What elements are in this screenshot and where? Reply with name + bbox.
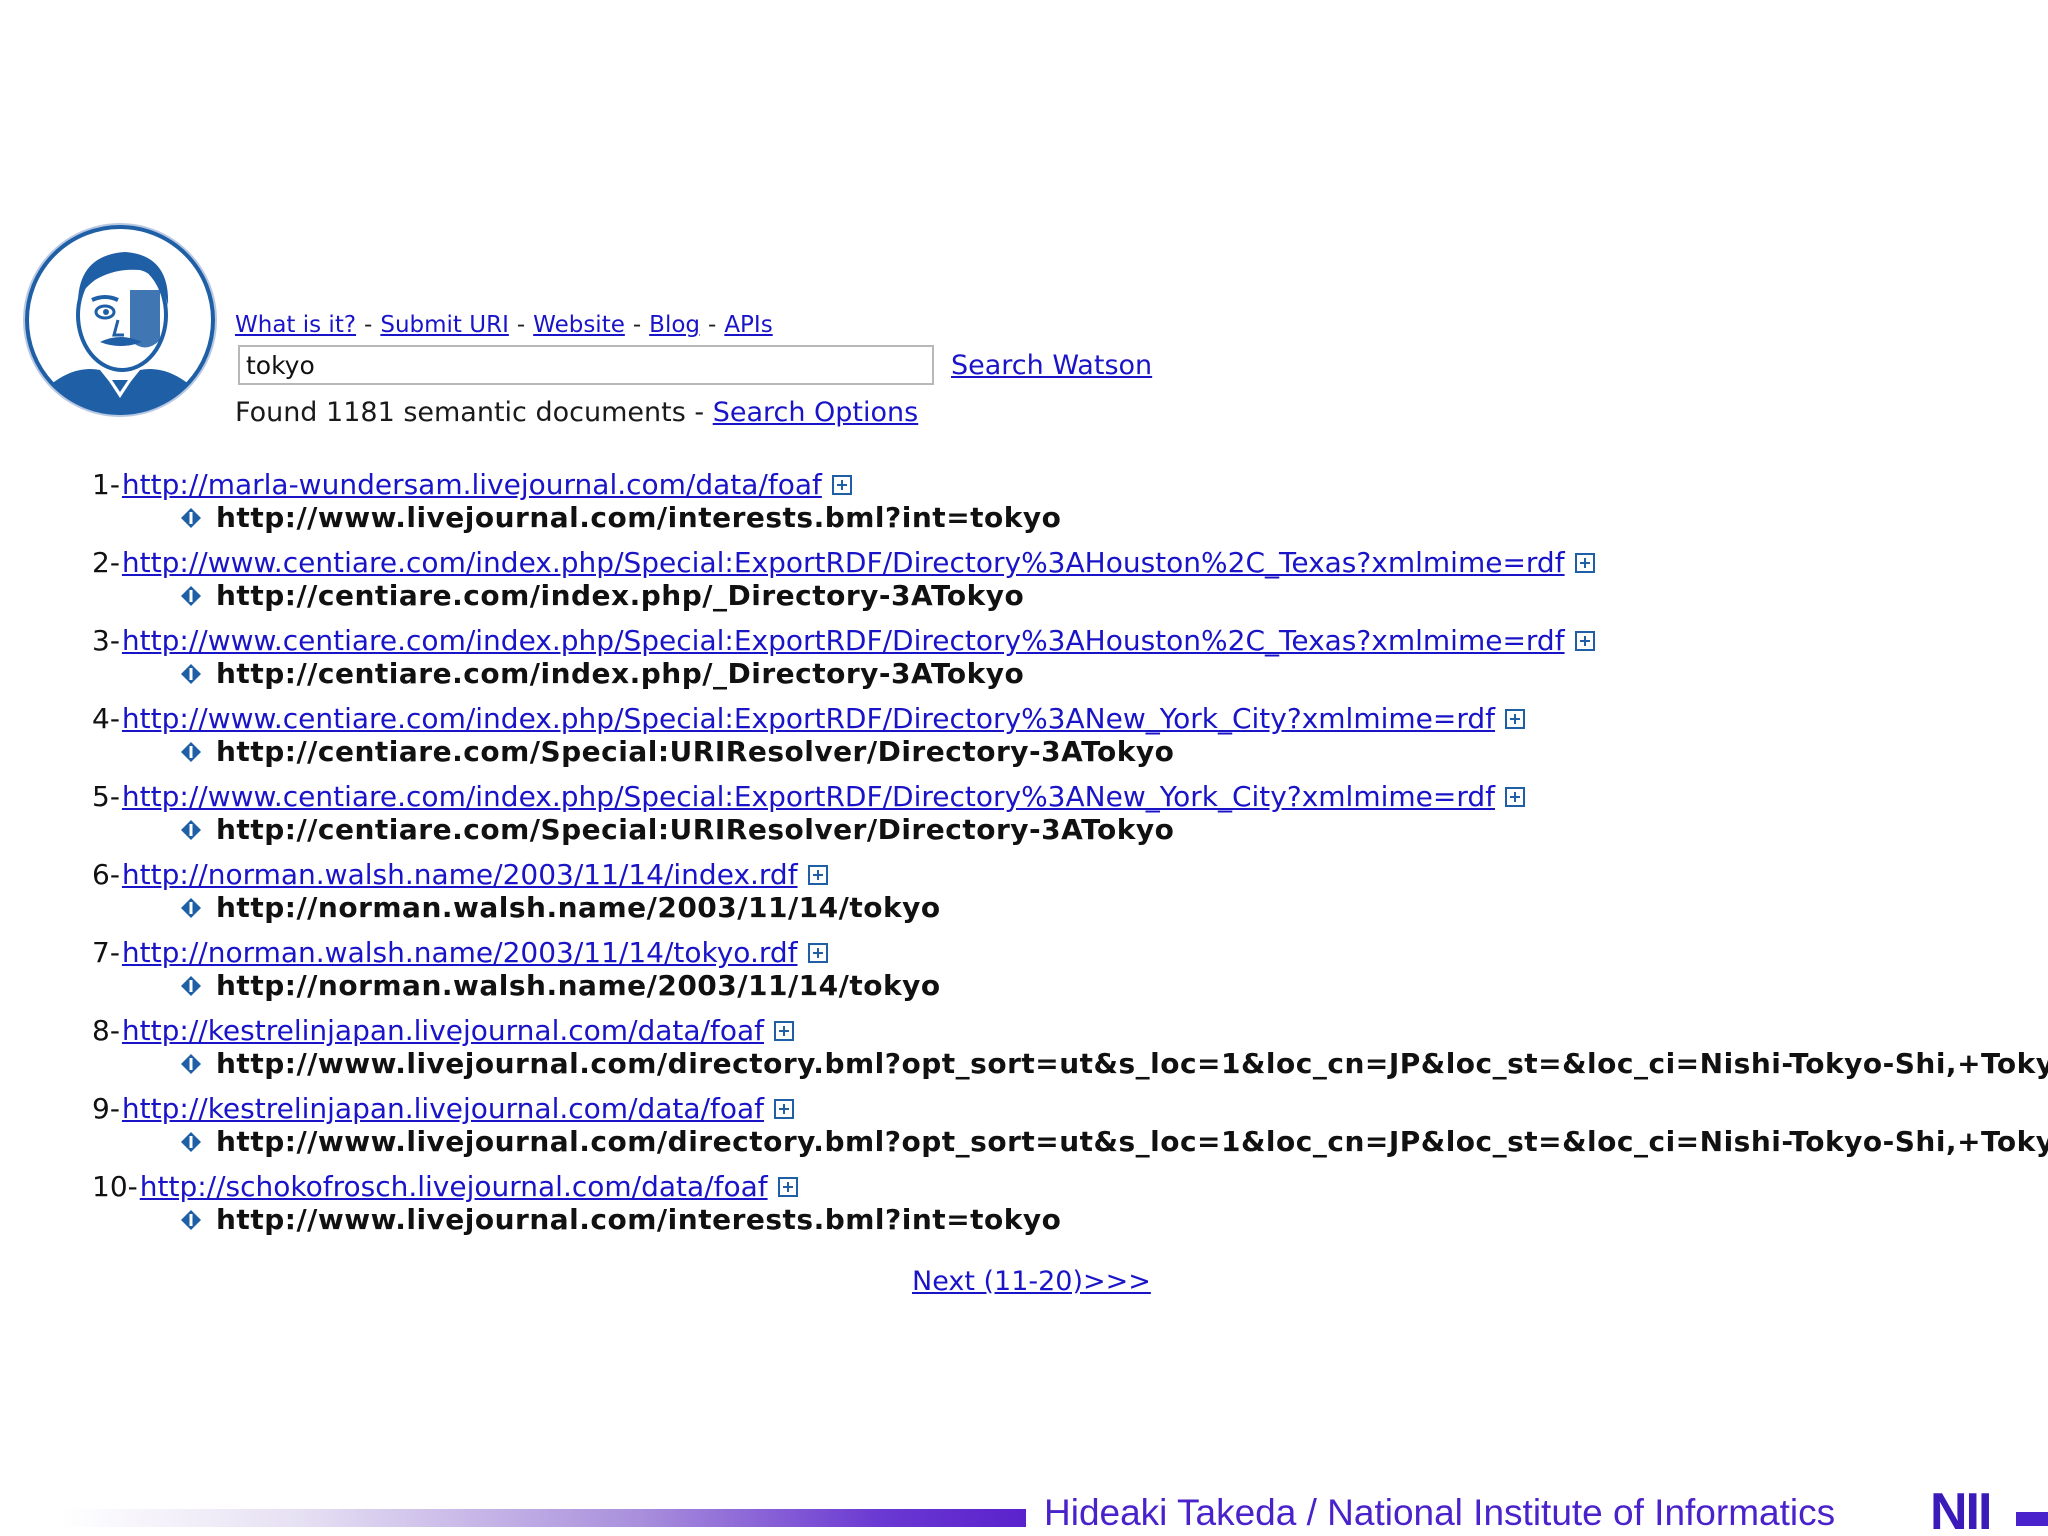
result-number: 2- xyxy=(92,546,120,579)
matched-uri: http://www.livejournal.com/directory.bml… xyxy=(216,1047,2048,1080)
nii-logo-stripe xyxy=(2016,1512,2048,1526)
result-url-link[interactable]: http://kestrelinjapan.livejournal.com/da… xyxy=(122,1089,764,1129)
nii-logo: NII xyxy=(1930,1483,1992,1536)
expand-plus-icon[interactable] xyxy=(774,1099,795,1119)
result-number: 10- xyxy=(92,1170,138,1203)
entity-info-icon xyxy=(181,1053,201,1074)
entity-info-icon xyxy=(181,1131,201,1152)
expand-plus-icon[interactable] xyxy=(1574,553,1595,573)
results-list: 1- http://marla-wundersam.livejournal.co… xyxy=(92,465,2048,1245)
expand-plus-icon[interactable] xyxy=(1505,787,1526,807)
expand-plus-icon[interactable] xyxy=(1505,709,1526,729)
result-url-link[interactable]: http://norman.walsh.name/2003/11/14/toky… xyxy=(122,933,798,973)
result-item: 5- http://www.centiare.com/index.php/Spe… xyxy=(92,777,2042,855)
result-url-link[interactable]: http://www.centiare.com/index.php/Specia… xyxy=(122,699,1495,739)
search-input[interactable] xyxy=(238,345,934,385)
matched-uri: http://centiare.com/Special:URIResolver/… xyxy=(216,813,1175,846)
result-number: 1- xyxy=(92,468,120,501)
matched-uri: http://norman.walsh.name/2003/11/14/toky… xyxy=(216,891,941,924)
nav-blog-link[interactable]: Blog xyxy=(649,312,700,338)
result-url-link[interactable]: http://www.centiare.com/index.php/Specia… xyxy=(122,543,1565,583)
result-item: 4- http://www.centiare.com/index.php/Spe… xyxy=(92,699,2042,777)
nav-what-is-it-link[interactable]: What is it? xyxy=(235,312,356,338)
result-number: 6- xyxy=(92,858,120,891)
expand-plus-icon[interactable] xyxy=(831,475,852,495)
result-url-link[interactable]: http://kestrelinjapan.livejournal.com/da… xyxy=(122,1011,764,1051)
entity-info-icon xyxy=(181,819,201,840)
footer-gradient-bar xyxy=(60,1509,1026,1527)
result-item: 8- http://kestrelinjapan.livejournal.com… xyxy=(92,1011,2048,1089)
result-item: 10- http://schokofrosch.livejournal.com/… xyxy=(92,1167,2042,1245)
nav-apis-link[interactable]: APIs xyxy=(724,312,772,338)
expand-plus-icon[interactable] xyxy=(807,943,828,963)
result-number: 4- xyxy=(92,702,120,735)
search-row: Search Watson xyxy=(238,343,1152,387)
result-url-link[interactable]: http://norman.walsh.name/2003/11/14/inde… xyxy=(122,855,798,895)
search-options-link[interactable]: Search Options xyxy=(713,397,919,428)
entity-info-icon xyxy=(181,1209,201,1230)
result-url-link[interactable]: http://www.centiare.com/index.php/Specia… xyxy=(122,777,1495,817)
result-item: 6- http://norman.walsh.name/2003/11/14/i… xyxy=(92,855,2042,933)
expand-plus-icon[interactable] xyxy=(774,1021,795,1041)
entity-info-icon xyxy=(181,741,201,762)
result-number: 7- xyxy=(92,936,120,969)
expand-plus-icon[interactable] xyxy=(807,865,828,885)
nav-submit-uri-link[interactable]: Submit URI xyxy=(380,312,509,338)
result-item: 7- http://norman.walsh.name/2003/11/14/t… xyxy=(92,933,2042,1011)
matched-uri: http://www.livejournal.com/interests.bml… xyxy=(216,501,1062,534)
matched-uri: http://centiare.com/index.php/_Directory… xyxy=(216,579,1025,612)
result-number: 5- xyxy=(92,780,120,813)
result-item: 3- http://www.centiare.com/index.php/Spe… xyxy=(92,621,2042,699)
nav-separator: - xyxy=(708,312,717,338)
search-watson-link[interactable]: Search Watson xyxy=(951,350,1152,381)
matched-uri: http://centiare.com/Special:URIResolver/… xyxy=(216,735,1175,768)
entity-info-icon xyxy=(181,585,201,606)
nav-separator: - xyxy=(516,312,526,338)
result-url-link[interactable]: http://www.centiare.com/index.php/Specia… xyxy=(122,621,1565,661)
result-count: Found 1181 semantic documents - Search O… xyxy=(235,393,918,433)
matched-uri: http://norman.walsh.name/2003/11/14/toky… xyxy=(216,969,941,1002)
entity-info-icon xyxy=(181,975,201,996)
entity-info-icon xyxy=(181,507,201,528)
nav-separator: - xyxy=(632,312,642,338)
result-number: 8- xyxy=(92,1014,120,1047)
result-item: 1- http://marla-wundersam.livejournal.co… xyxy=(92,465,2042,543)
entity-info-icon xyxy=(181,663,201,684)
result-number: 9- xyxy=(92,1092,120,1125)
watson-logo-icon xyxy=(23,223,217,417)
result-number: 3- xyxy=(92,624,120,657)
top-nav: What is it? - Submit URI - Website - Blog - APIs xyxy=(235,308,773,342)
matched-uri: http://centiare.com/index.php/_Directory… xyxy=(216,657,1025,690)
result-count-text: Found 1181 semantic documents - xyxy=(235,397,705,428)
next-page-link[interactable]: Next (11-20)>>> xyxy=(912,1266,1151,1297)
nav-separator: - xyxy=(364,312,373,338)
result-url-link[interactable]: http://schokofrosch.livejournal.com/data… xyxy=(140,1167,768,1207)
result-item: 9- http://kestrelinjapan.livejournal.com… xyxy=(92,1089,2048,1167)
result-url-link[interactable]: http://marla-wundersam.livejournal.com/d… xyxy=(122,465,822,505)
matched-uri: http://www.livejournal.com/interests.bml… xyxy=(216,1203,1062,1236)
footer-credit: Hideaki Takeda / National Institute of I… xyxy=(1044,1492,1836,1533)
nav-website-link[interactable]: Website xyxy=(533,312,625,338)
entity-info-icon xyxy=(181,897,201,918)
result-item: 2- http://www.centiare.com/index.php/Spe… xyxy=(92,543,2042,621)
expand-plus-icon[interactable] xyxy=(777,1177,798,1197)
expand-plus-icon[interactable] xyxy=(1574,631,1595,651)
matched-uri: http://www.livejournal.com/directory.bml… xyxy=(216,1125,2048,1158)
